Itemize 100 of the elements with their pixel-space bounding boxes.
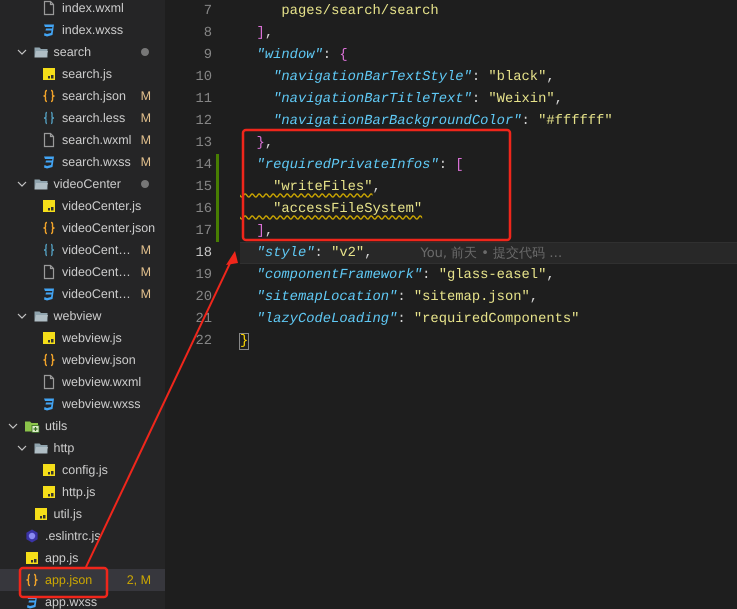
file-name: index.wxss: [62, 23, 124, 37]
line-number: 19: [194, 268, 212, 282]
file-tree-item[interactable]: search: [0, 41, 165, 63]
line-number: 22: [194, 334, 212, 348]
file-name: videoCent…: [62, 243, 131, 257]
code-line: }: [240, 334, 248, 348]
file-tree-item[interactable]: app.json 2, M: [0, 569, 165, 591]
file-tree-item[interactable]: videoCenter.js: [0, 195, 165, 217]
css-file-icon: [41, 22, 57, 38]
file-name: util.js: [54, 507, 82, 521]
git-status-label: M: [140, 111, 151, 125]
git-status-label: 2, M: [126, 573, 151, 587]
file-name: videoCenter: [54, 177, 121, 191]
file-tree-item[interactable]: index.wxml: [0, 0, 165, 19]
file-name: search.wxss: [62, 155, 131, 169]
code-line: "lazyCodeLoading": "requiredComponents": [256, 312, 580, 326]
file-name: config.js: [62, 463, 108, 477]
document-icon: [41, 374, 57, 390]
file-tree-item[interactable]: videoCent… M: [0, 283, 165, 305]
code-line: "style": "v2",: [256, 246, 372, 260]
braces-icon: [41, 88, 57, 104]
file-tree-item[interactable]: search.wxml M: [0, 129, 165, 151]
file-tree-item[interactable]: search.less M: [0, 107, 165, 129]
line-number: 7: [202, 4, 212, 18]
file-tree-item[interactable]: util.js: [0, 503, 165, 525]
code-line: pages/search/search: [280, 4, 439, 18]
code-line: "componentFramework": "glass-easel",: [256, 268, 555, 282]
line-number: 10: [194, 70, 212, 84]
file-tree-item[interactable]: videoCenter: [0, 173, 165, 195]
file-name: videoCent…: [62, 287, 131, 301]
file-name: videoCenter.json: [62, 221, 156, 235]
braces-icon: [41, 242, 57, 258]
file-name: search.json: [62, 89, 126, 103]
file-name: videoCent…: [62, 265, 131, 279]
hexagon-icon: [24, 528, 40, 544]
file-tree-item[interactable]: webview.wxml: [0, 371, 165, 393]
braces-icon: [41, 352, 57, 368]
file-tree-item[interactable]: webview.wxss: [0, 393, 165, 415]
file-tree-item[interactable]: videoCent… M: [0, 239, 165, 261]
braces-icon: [41, 220, 57, 236]
code-line: "writeFiles",: [272, 180, 381, 194]
braces-icon: [24, 572, 40, 588]
document-icon: [41, 132, 57, 148]
file-tree-item[interactable]: videoCenter.json: [0, 217, 165, 239]
file-tree-item[interactable]: webview: [0, 305, 165, 327]
git-status-label: M: [140, 155, 151, 169]
line-number: 8: [202, 26, 212, 40]
file-tree-item[interactable]: videoCent… M: [0, 261, 165, 283]
code-line: "window": {: [256, 48, 348, 62]
document-icon: [41, 0, 57, 16]
file-name: webview.wxss: [62, 397, 140, 411]
braces-icon: [41, 110, 57, 126]
css-file-icon: [41, 286, 57, 302]
file-name: search: [54, 45, 92, 59]
line-number: 18: [194, 246, 212, 260]
file-name: search.less: [62, 111, 126, 125]
git-blame-annotation: You, 前天 • 提交代码 …: [420, 245, 562, 262]
document-icon: [41, 264, 57, 280]
code-line: "requiredPrivateInfos": [: [256, 158, 464, 172]
file-name: .eslintrc.js: [45, 529, 101, 543]
file-tree-item[interactable]: search.json M: [0, 85, 165, 107]
file-name: app.js: [45, 551, 78, 565]
code-line: ],: [256, 26, 274, 40]
file-name: http: [54, 441, 74, 455]
file-name: webview.wxml: [62, 375, 142, 389]
js-file-icon: [41, 198, 57, 214]
line-number: 12: [194, 114, 212, 128]
file-tree-item[interactable]: http: [0, 437, 165, 459]
file-name: webview.json: [62, 353, 136, 367]
file-name: app.json: [45, 573, 92, 587]
git-status-label: M: [140, 265, 151, 279]
file-tree-item[interactable]: search.wxss M: [0, 151, 165, 173]
git-status-label: M: [140, 89, 151, 103]
code-line: "navigationBarTextStyle": "black",: [272, 70, 555, 84]
line-number: 15: [194, 180, 212, 194]
file-tree-item[interactable]: .eslintrc.js: [0, 525, 165, 547]
file-tree-item[interactable]: utils: [0, 415, 165, 437]
file-name: http.js: [62, 485, 96, 499]
file-tree-item[interactable]: webview.json: [0, 349, 165, 371]
code-line: "sitemapLocation": "sitemap.json",: [256, 290, 538, 304]
file-tree-item[interactable]: webview.js: [0, 327, 165, 349]
css-file-icon: [41, 396, 57, 412]
file-tree-item[interactable]: config.js: [0, 459, 165, 481]
file-name: app.wxss: [45, 595, 98, 609]
file-name: utils: [45, 419, 68, 433]
file-tree-item[interactable]: app.wxss: [0, 591, 165, 609]
file-tree-item[interactable]: http.js: [0, 481, 165, 503]
code-line: "accessFileSystem": [272, 202, 422, 216]
file-name: index.wxml: [62, 1, 124, 15]
file-tree-item[interactable]: app.js: [0, 547, 165, 569]
git-status-label: M: [140, 287, 151, 301]
line-number: 20: [194, 290, 212, 304]
file-name: webview: [54, 309, 102, 323]
file-name: search.wxml: [62, 133, 132, 147]
file-tree-item[interactable]: search.js: [0, 63, 165, 85]
code-line: ],: [256, 224, 274, 238]
git-status-label: M: [140, 133, 151, 147]
line-number: 17: [194, 224, 212, 238]
line-number: 11: [194, 92, 212, 106]
file-tree-item[interactable]: index.wxss: [0, 19, 165, 41]
